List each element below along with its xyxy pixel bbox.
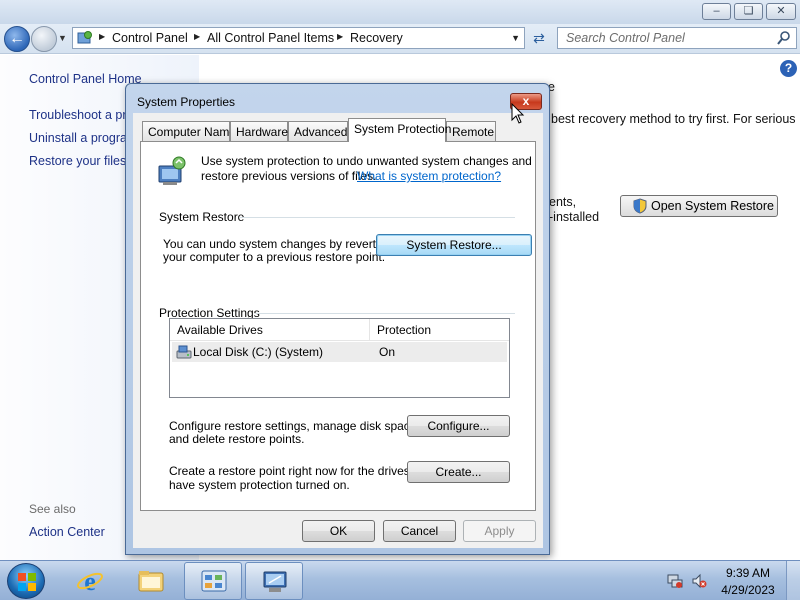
available-drives-list[interactable]: Available Drives Protection Local Disk (… xyxy=(169,318,510,398)
column-header-available-drives[interactable]: Available Drives xyxy=(177,323,263,337)
drive-name: Local Disk (C:) (System) xyxy=(193,345,324,359)
help-icon[interactable]: ? xyxy=(780,60,797,77)
column-header-protection[interactable]: Protection xyxy=(377,323,431,337)
taskbar-internet-explorer[interactable]: e xyxy=(61,562,119,600)
back-button[interactable]: ← xyxy=(4,26,30,52)
windows-logo-icon xyxy=(18,573,36,591)
control-panel-icon xyxy=(77,31,92,44)
restore-files-link[interactable]: Restore your files xyxy=(29,154,126,168)
start-button[interactable] xyxy=(7,563,45,599)
breadcrumb-arrow[interactable]: ▶ xyxy=(194,32,200,41)
breadcrumb-recovery[interactable]: Recovery xyxy=(350,31,403,45)
troubleshoot-link[interactable]: Troubleshoot a pr xyxy=(29,108,127,122)
system-protection-panel: Use system protection to undo unwanted s… xyxy=(140,141,536,511)
open-system-restore-label: Open System Restore xyxy=(651,199,774,213)
svg-text:e: e xyxy=(84,567,96,595)
control-panel-icon xyxy=(201,570,227,592)
taskbar: e 9:39 AM 4/29/2023 xyxy=(0,560,800,600)
show-desktop-button[interactable] xyxy=(786,561,800,600)
tab-hardware[interactable]: Hardware xyxy=(230,121,288,141)
column-separator[interactable] xyxy=(369,319,370,341)
title-bar: – ❏ ✕ xyxy=(0,0,800,24)
clock-date[interactable]: 4/29/2023 xyxy=(720,583,776,597)
search-input[interactable]: Search Control Panel xyxy=(557,27,797,49)
system-restore-desc-line1: You can undo system changes by reverting xyxy=(163,237,393,251)
minimize-button[interactable]: – xyxy=(702,3,731,20)
create-desc-line1: Create a restore point right now for the… xyxy=(169,464,434,478)
tab-remote[interactable]: Remote xyxy=(446,121,496,141)
create-button[interactable]: Create... xyxy=(407,461,510,483)
recent-pages-dropdown[interactable]: ▼ xyxy=(58,33,67,43)
see-also-heading: See also xyxy=(29,502,76,516)
folder-icon xyxy=(138,571,164,592)
open-system-restore-button[interactable]: Open System Restore xyxy=(620,195,778,217)
address-dropdown-icon[interactable]: ▼ xyxy=(511,33,520,43)
search-icon[interactable] xyxy=(776,30,792,46)
restore-description-fragment-2: -installed xyxy=(549,210,600,224)
cancel-button[interactable]: Cancel xyxy=(383,520,456,542)
group-separator xyxy=(239,217,515,218)
search-placeholder: Search Control Panel xyxy=(566,31,685,45)
what-is-system-protection-link[interactable]: What is system protection? xyxy=(357,169,501,183)
dialog-body: Computer Name Hardware Advanced System P… xyxy=(133,113,543,548)
table-row[interactable]: Local Disk (C:) (System) On xyxy=(172,342,507,362)
system-restore-desc-line2: your computer to a previous restore poin… xyxy=(163,250,386,264)
configure-desc-line1: Configure restore settings, manage disk … xyxy=(169,419,420,433)
address-bar[interactable]: ▶ Control Panel ▶ All Control Panel Item… xyxy=(72,27,525,49)
intro-text-line2: restore previous versions of files. xyxy=(201,169,377,183)
drives-list-header: Available Drives Protection xyxy=(170,319,509,341)
configure-desc-line2: and delete restore points. xyxy=(169,432,305,446)
hard-disk-icon xyxy=(176,345,192,359)
internet-explorer-icon: e xyxy=(77,567,103,595)
network-icon[interactable] xyxy=(667,573,683,589)
action-center-link[interactable]: Action Center xyxy=(29,525,105,539)
create-desc-line2: have system protection turned on. xyxy=(169,478,350,492)
volume-muted-icon[interactable] xyxy=(691,573,707,589)
system-properties-dialog: System Properties x Computer Name Hardwa… xyxy=(125,83,550,555)
breadcrumb-all-items[interactable]: All Control Panel Items xyxy=(207,31,334,45)
system-restore-group-header: System Restore xyxy=(159,210,245,224)
taskbar-windows-explorer[interactable] xyxy=(122,562,180,600)
intro-text-line1: Use system protection to undo unwanted s… xyxy=(201,154,532,168)
taskbar-system-properties[interactable] xyxy=(245,562,303,600)
refresh-icon[interactable]: ⇄ xyxy=(528,28,550,48)
navigation-toolbar: ← ▼ ▶ Control Panel ▶ All Control Panel … xyxy=(0,24,800,54)
uninstall-program-link[interactable]: Uninstall a progra xyxy=(29,131,127,145)
group-separator xyxy=(255,313,515,314)
uac-shield-icon xyxy=(633,198,647,214)
mouse-cursor-icon xyxy=(511,103,525,124)
clock-time[interactable]: 9:39 AM xyxy=(720,566,776,580)
dialog-title: System Properties xyxy=(137,95,236,109)
recovery-description-fragment: best recovery method to try first. For s… xyxy=(551,112,796,126)
ok-button[interactable]: OK xyxy=(302,520,375,542)
maximize-button[interactable]: ❏ xyxy=(734,3,763,20)
forward-button[interactable] xyxy=(31,26,57,52)
tab-computer-name[interactable]: Computer Name xyxy=(142,121,236,141)
breadcrumb-control-panel[interactable]: Control Panel xyxy=(112,31,188,45)
drive-protection-status: On xyxy=(379,345,396,359)
close-button[interactable]: ✕ xyxy=(766,3,796,20)
taskbar-control-panel[interactable] xyxy=(184,562,242,600)
control-panel-home-link[interactable]: Control Panel Home xyxy=(29,72,142,86)
system-restore-button[interactable]: System Restore... xyxy=(376,234,532,256)
tab-advanced[interactable]: Advanced xyxy=(288,121,348,141)
breadcrumb-arrow[interactable]: ▶ xyxy=(337,32,343,41)
computer-icon xyxy=(263,571,287,592)
restore-description-fragment: ents, xyxy=(549,195,577,209)
configure-button[interactable]: Configure... xyxy=(407,415,510,437)
breadcrumb-arrow[interactable]: ▶ xyxy=(99,32,105,41)
system-protection-icon xyxy=(158,156,186,185)
apply-button[interactable]: Apply xyxy=(463,520,536,542)
tab-system-protection[interactable]: System Protection xyxy=(348,118,451,142)
